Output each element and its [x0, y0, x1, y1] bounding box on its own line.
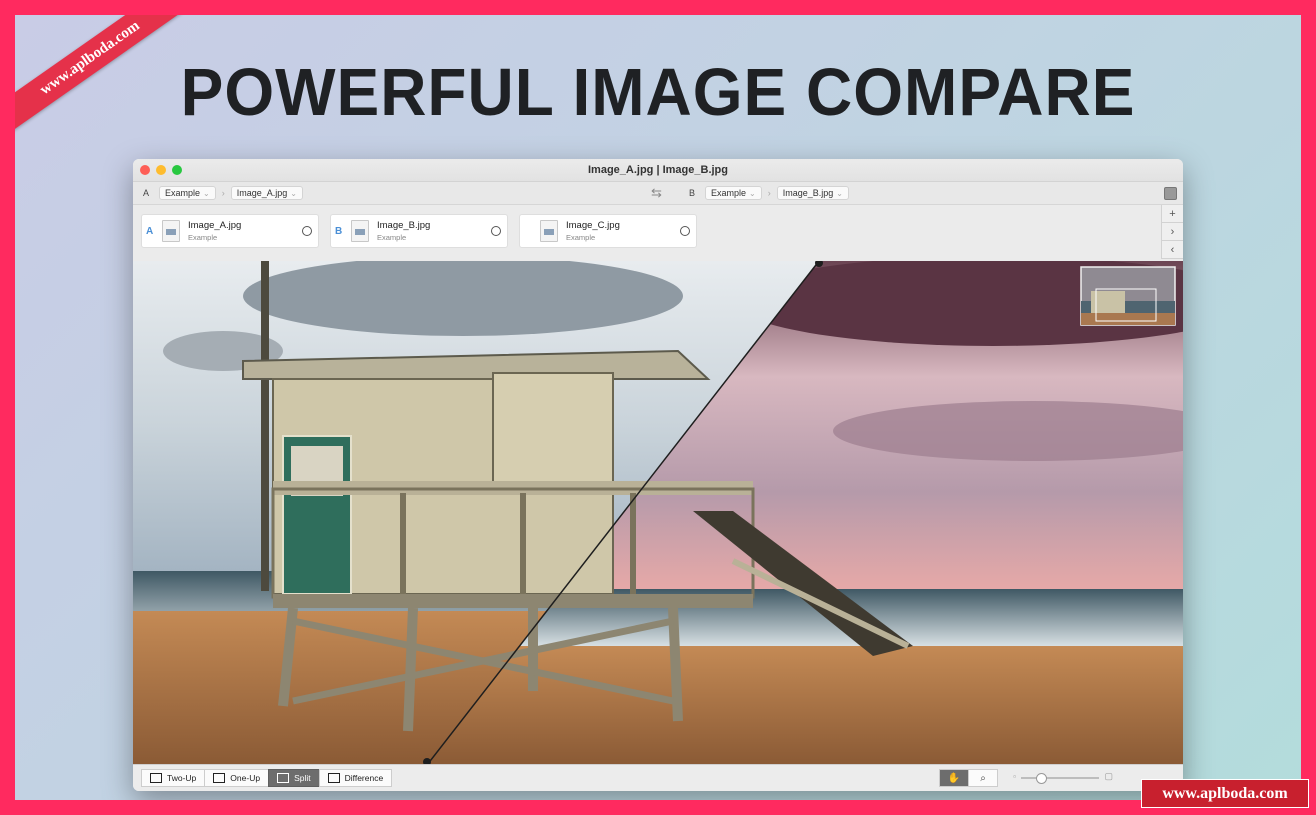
- mode-label: One-Up: [230, 773, 261, 783]
- bottom-toolbar: Two-Up One-Up Split Difference ✋ ⌕ ▫ ▢: [133, 764, 1183, 791]
- card-text: Image_A.jpg Example: [188, 220, 302, 242]
- radio-icon[interactable]: [491, 226, 501, 236]
- compare-canvas[interactable]: [133, 261, 1183, 765]
- path-a-file-label: Image_A.jpg: [236, 188, 288, 198]
- image-file-icon: [162, 220, 180, 242]
- next-image-button[interactable]: ›: [1161, 223, 1183, 241]
- zoom-button[interactable]: [172, 165, 182, 175]
- image-file-icon: [351, 220, 369, 242]
- card-text: Image_C.jpg Example: [566, 220, 680, 242]
- zoom-slider[interactable]: [1021, 773, 1099, 784]
- chevron-down-icon: ⌄: [203, 188, 210, 198]
- card-letter: A: [146, 225, 154, 237]
- image-file-icon: [540, 220, 558, 242]
- mode-difference[interactable]: Difference: [318, 769, 393, 787]
- chevron-right-icon: ›: [221, 188, 225, 198]
- card-text: Image_B.jpg Example: [377, 220, 491, 242]
- hand-icon[interactable]: ✋: [939, 769, 969, 787]
- radio-icon[interactable]: [680, 226, 690, 236]
- zoom-in-icon[interactable]: ▢: [1104, 771, 1113, 782]
- swap-icon[interactable]: ⇆: [651, 185, 662, 201]
- mode-label: Split: [294, 773, 311, 783]
- tool-group: ✋ ⌕: [939, 769, 998, 787]
- one-up-icon: [213, 773, 226, 783]
- sidebar-toggle-icon[interactable]: [1164, 187, 1177, 200]
- path-a-folder[interactable]: Example ⌄: [159, 186, 216, 200]
- title-bar: Image_A.jpg | Image_B.jpg: [133, 159, 1183, 182]
- close-button[interactable]: [140, 165, 150, 175]
- image-tray: A Image_A.jpg Example B Image_B.jpg Exam…: [133, 205, 1183, 263]
- image-card-c[interactable]: Image_C.jpg Example: [519, 214, 697, 248]
- path-b-letter: B: [689, 188, 696, 198]
- previous-image-button[interactable]: ‹: [1161, 241, 1183, 259]
- mode-label: Difference: [344, 773, 384, 783]
- promo-background: POWERFUL IMAGE COMPARE www.aplboda.com I…: [15, 15, 1301, 800]
- path-b-file-label: Image_B.jpg: [782, 188, 834, 198]
- zoom-slider-knob[interactable]: [1035, 773, 1047, 784]
- card-letter: B: [335, 225, 343, 237]
- mode-two-up[interactable]: Two-Up: [141, 769, 206, 787]
- split-icon: [277, 773, 290, 783]
- zoom-out-icon[interactable]: ▫: [1013, 772, 1016, 781]
- path-b-folder-label: Example: [711, 188, 747, 198]
- image-card-a[interactable]: A Image_A.jpg Example: [141, 214, 319, 248]
- card-folder: Example: [188, 233, 218, 242]
- window-controls: [140, 165, 182, 175]
- path-b-file[interactable]: Image_B.jpg ⌄: [776, 186, 849, 200]
- path-b-folder[interactable]: Example ⌄: [705, 186, 762, 200]
- mode-split[interactable]: Split: [268, 769, 320, 787]
- chevron-down-icon: ⌄: [290, 188, 297, 198]
- card-folder: Example: [566, 233, 596, 242]
- magnify-icon[interactable]: ⌕: [968, 769, 998, 787]
- radio-icon[interactable]: [302, 226, 312, 236]
- minimize-button[interactable]: [156, 165, 166, 175]
- card-name: Image_A.jpg: [188, 220, 242, 231]
- path-a: A Example ⌄ › Image_A.jpg ⌄: [143, 186, 303, 200]
- path-a-folder-label: Example: [165, 188, 201, 198]
- app-window: Image_A.jpg | Image_B.jpg A Example ⌄ › …: [133, 159, 1183, 791]
- difference-icon: [327, 773, 340, 783]
- chevron-down-icon: ⌄: [836, 188, 843, 198]
- card-name: Image_B.jpg: [377, 220, 431, 231]
- mode-one-up[interactable]: One-Up: [204, 769, 270, 787]
- path-a-file[interactable]: Image_A.jpg ⌄: [230, 186, 303, 200]
- headline: POWERFUL IMAGE COMPARE: [180, 54, 1136, 130]
- card-folder: Example: [377, 233, 407, 242]
- window-title: Image_A.jpg | Image_B.jpg: [588, 164, 728, 176]
- add-image-button[interactable]: +: [1161, 205, 1183, 223]
- tray-side-buttons: + › ‹: [1161, 205, 1183, 259]
- view-mode-group: Two-Up One-Up Split Difference: [141, 769, 393, 787]
- path-bar: A Example ⌄ › Image_A.jpg ⌄ ⇆ B Example …: [133, 182, 1183, 205]
- site-watermark: www.aplboda.com: [1141, 779, 1309, 808]
- path-a-letter: A: [143, 188, 150, 198]
- chevron-right-icon: ›: [767, 188, 771, 198]
- navigator-thumbnail[interactable]: [1080, 266, 1176, 326]
- two-up-icon: [150, 773, 162, 783]
- card-name: Image_C.jpg: [566, 220, 620, 231]
- image-card-b[interactable]: B Image_B.jpg Example: [330, 214, 508, 248]
- mode-label: Two-Up: [167, 773, 197, 783]
- split-view-image: [133, 261, 1183, 765]
- path-b: B Example ⌄ › Image_B.jpg ⌄: [689, 186, 849, 200]
- chevron-down-icon: ⌄: [749, 188, 756, 198]
